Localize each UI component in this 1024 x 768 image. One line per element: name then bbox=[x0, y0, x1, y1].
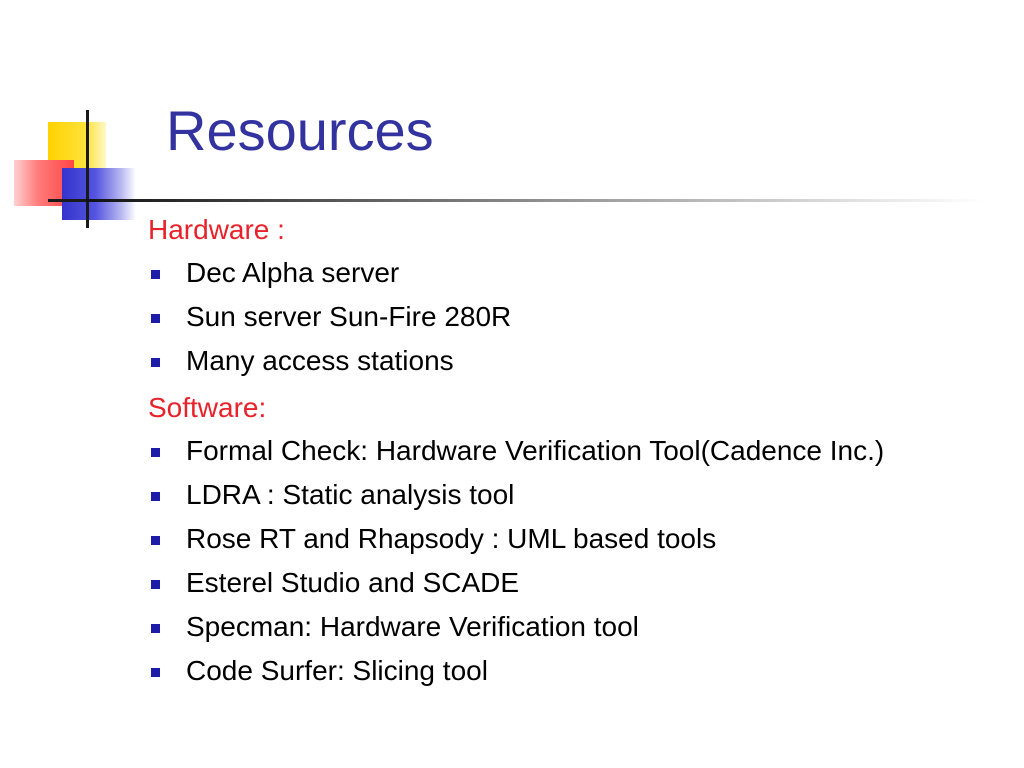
list-item-text: LDRA : Static analysis tool bbox=[186, 479, 515, 510]
vertical-line bbox=[86, 110, 89, 228]
hardware-list: Dec Alpha server Sun server Sun-Fire 280… bbox=[148, 256, 988, 378]
list-item: LDRA : Static analysis tool bbox=[148, 478, 988, 512]
slide-title: Resources bbox=[166, 99, 434, 162]
list-item: Sun server Sun-Fire 280R bbox=[148, 300, 988, 334]
list-item-text: Sun server Sun-Fire 280R bbox=[186, 301, 512, 332]
slide-content: Hardware : Dec Alpha server Sun server S… bbox=[148, 210, 988, 698]
list-item-text: Specman: Hardware Verification tool bbox=[186, 611, 639, 642]
list-item: Formal Check: Hardware Verification Tool… bbox=[148, 434, 988, 468]
square-bullet-icon bbox=[151, 448, 160, 457]
square-bullet-icon bbox=[151, 314, 160, 323]
list-item: Many access stations bbox=[148, 344, 988, 378]
decorative-logo bbox=[0, 0, 160, 240]
blue-square bbox=[62, 168, 136, 220]
software-list: Formal Check: Hardware Verification Tool… bbox=[148, 434, 988, 688]
list-item-text: Rose RT and Rhapsody : UML based tools bbox=[186, 523, 717, 554]
square-bullet-icon bbox=[151, 270, 160, 279]
square-bullet-icon bbox=[151, 536, 160, 545]
square-bullet-icon bbox=[151, 358, 160, 367]
square-bullet-icon bbox=[151, 492, 160, 501]
list-item: Code Surfer: Slicing tool bbox=[148, 654, 988, 688]
square-bullet-icon bbox=[151, 668, 160, 677]
section-heading-hardware: Hardware : bbox=[148, 214, 285, 245]
horizontal-line-left bbox=[48, 199, 88, 202]
list-item-text: Code Surfer: Slicing tool bbox=[186, 655, 488, 686]
title-divider-line bbox=[86, 199, 986, 202]
list-item-text: Dec Alpha server bbox=[186, 257, 400, 288]
list-item: Dec Alpha server bbox=[148, 256, 988, 290]
list-item-text: Esterel Studio and SCADE bbox=[186, 567, 520, 598]
list-item-text: Formal Check: Hardware Verification Tool… bbox=[186, 435, 885, 466]
square-bullet-icon bbox=[151, 580, 160, 589]
section-heading-software: Software: bbox=[148, 392, 267, 423]
square-bullet-icon bbox=[151, 624, 160, 633]
list-item: Rose RT and Rhapsody : UML based tools bbox=[148, 522, 988, 556]
list-item-text: Many access stations bbox=[186, 345, 454, 376]
list-item: Specman: Hardware Verification tool bbox=[148, 610, 988, 644]
list-item: Esterel Studio and SCADE bbox=[148, 566, 988, 600]
slide: Resources Hardware : Dec Alpha server Su… bbox=[0, 0, 1024, 768]
